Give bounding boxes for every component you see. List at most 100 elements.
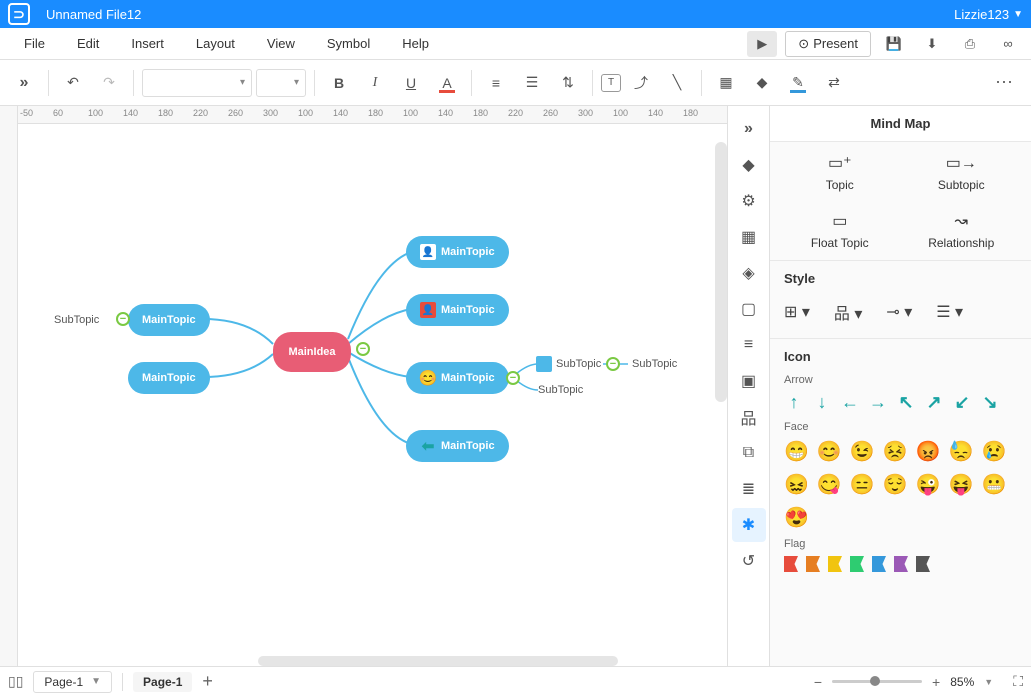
node-right-topic-1[interactable]: 👤MainTopic [406,236,509,268]
zoom-in-button[interactable]: + [932,674,940,690]
image-icon[interactable]: ▣ [732,364,766,398]
expand-toggle[interactable]: − [606,357,620,371]
flag-icon[interactable] [784,556,798,572]
add-topic-button[interactable]: ▭⁺Topic [784,152,896,192]
user-menu[interactable]: Lizzie123 ▼ [954,7,1023,22]
face-icon[interactable]: 😊 [817,439,842,464]
zoom-slider[interactable] [832,680,922,683]
chevron-down-icon[interactable]: ▼ [984,677,993,687]
more-icon[interactable]: ⋯ [987,72,1023,93]
pattern-icon[interactable]: ▦ [710,67,742,99]
data-icon[interactable]: ≡ [732,328,766,362]
arrow-up-icon[interactable]: ↑ [784,392,804,413]
expand-toggle[interactable]: − [506,371,520,385]
node-right-topic-4[interactable]: ⬅MainTopic [406,430,509,462]
slideshow-icon[interactable]: ▶ [747,31,777,57]
expand-toggle[interactable]: − [116,312,130,326]
page-list-icon[interactable]: ▯▯ [8,673,23,690]
spacing-icon[interactable]: ⇅ [552,67,584,99]
expand-panel-icon[interactable]: » [8,67,40,99]
undo-icon[interactable]: ↶ [57,67,89,99]
download-icon[interactable]: ⬇ [917,31,947,57]
line-icon[interactable]: ╲ [661,67,693,99]
horizontal-scrollbar[interactable] [258,656,618,666]
menu-symbol[interactable]: Symbol [311,30,386,57]
font-color-icon[interactable]: A [431,67,463,99]
face-icon[interactable]: 😣 [883,439,908,464]
arrow-up-left-icon[interactable]: ↖ [896,392,916,413]
subtopic-text[interactable]: SubTopic [632,358,677,370]
menu-layout[interactable]: Layout [180,30,251,57]
arrow-right-icon[interactable]: → [868,392,888,413]
collapse-panel-icon[interactable]: » [732,112,766,146]
add-page-button[interactable]: + [202,671,213,692]
print-icon[interactable]: ⎙ [955,31,985,57]
italic-icon[interactable]: I [359,67,391,99]
face-icon[interactable]: 😬 [981,472,1006,497]
face-icon[interactable]: 😉 [850,439,875,464]
layout-style-3-icon[interactable]: ⊸ ▾ [886,302,912,322]
layout-style-2-icon[interactable]: 品 ▾ [834,300,862,324]
grid-icon[interactable]: ▦ [732,220,766,254]
face-icon[interactable]: 😖 [784,472,809,497]
arrow-left-icon[interactable]: ← [840,392,860,413]
face-icon[interactable]: 😑 [850,472,875,497]
face-icon[interactable]: 😋 [817,472,842,497]
align-icon[interactable]: ≡ [480,67,512,99]
mindmap-panel-icon[interactable]: ✱ [732,508,766,542]
menu-edit[interactable]: Edit [61,30,115,57]
subtopic-text[interactable]: SubTopic [54,314,99,326]
layout-style-1-icon[interactable]: ⊞ ▾ [784,302,810,322]
zoom-out-button[interactable]: − [814,674,822,690]
flag-icon[interactable] [828,556,842,572]
fill-icon[interactable]: ◆ [746,67,778,99]
save-icon[interactable]: 💾 [879,31,909,57]
line-color-icon[interactable]: ✎ [782,67,814,99]
add-relationship-button[interactable]: ↝Relationship [906,210,1018,250]
redo-icon[interactable]: ↷ [93,67,125,99]
page-tab-1[interactable]: Page-1 [133,672,192,692]
hierarchy-icon[interactable]: 品 [732,400,766,434]
node-main-idea[interactable]: MainIdea [273,332,351,372]
expand-toggle[interactable]: − [356,342,370,356]
presentation-icon[interactable]: ▢ [732,292,766,326]
flag-icon[interactable] [850,556,864,572]
node-left-topic-2[interactable]: MainTopic [128,362,210,394]
font-size-select[interactable]: ▾ [256,69,306,97]
face-icon[interactable]: 😓 [949,439,974,464]
add-float-topic-button[interactable]: ▭Float Topic [784,210,896,250]
underline-icon[interactable]: U [395,67,427,99]
subtopic-text[interactable]: SubTopic [556,358,601,370]
arrow-style-icon[interactable]: ⇄ [818,67,850,99]
menu-help[interactable]: Help [386,30,445,57]
bold-icon[interactable]: B [323,67,355,99]
layout-style-4-icon[interactable]: ☰ ▾ [936,302,963,322]
flag-icon[interactable] [806,556,820,572]
app-logo[interactable]: ⊃ [8,3,30,25]
face-icon[interactable]: 😍 [784,505,809,530]
arrow-down-right-icon[interactable]: ↘ [980,392,1000,413]
face-icon[interactable]: 😁 [784,439,809,464]
history-icon[interactable]: ↺ [732,544,766,578]
flag-icon[interactable] [872,556,886,572]
face-icon[interactable]: 😜 [916,472,941,497]
present-button[interactable]: ⊙ Present [785,31,871,57]
node-right-topic-3[interactable]: 😊MainTopic [406,362,509,394]
vertical-scrollbar[interactable] [715,142,727,402]
bullets-icon[interactable]: ☰ [516,67,548,99]
node-left-topic-1[interactable]: MainTopic [128,304,210,336]
canvas[interactable]: MainIdea − MainTopic − SubTopic MainTopi… [18,124,727,666]
flag-icon[interactable] [916,556,930,572]
menu-insert[interactable]: Insert [115,30,180,57]
page-selector[interactable]: Page-1▼ [33,671,112,693]
face-icon[interactable]: 😝 [949,472,974,497]
node-right-topic-2[interactable]: 👤MainTopic [406,294,509,326]
face-icon[interactable]: 😡 [916,439,941,464]
share-icon[interactable]: ∞ [993,31,1023,57]
arrow-down-left-icon[interactable]: ↙ [952,392,972,413]
arrow-down-icon[interactable]: ↓ [812,392,832,413]
duplicate-icon[interactable]: ⧉ [732,436,766,470]
paint-bucket-icon[interactable]: ◆ [732,148,766,182]
align-icon[interactable]: ≣ [732,472,766,506]
flag-icon[interactable] [894,556,908,572]
